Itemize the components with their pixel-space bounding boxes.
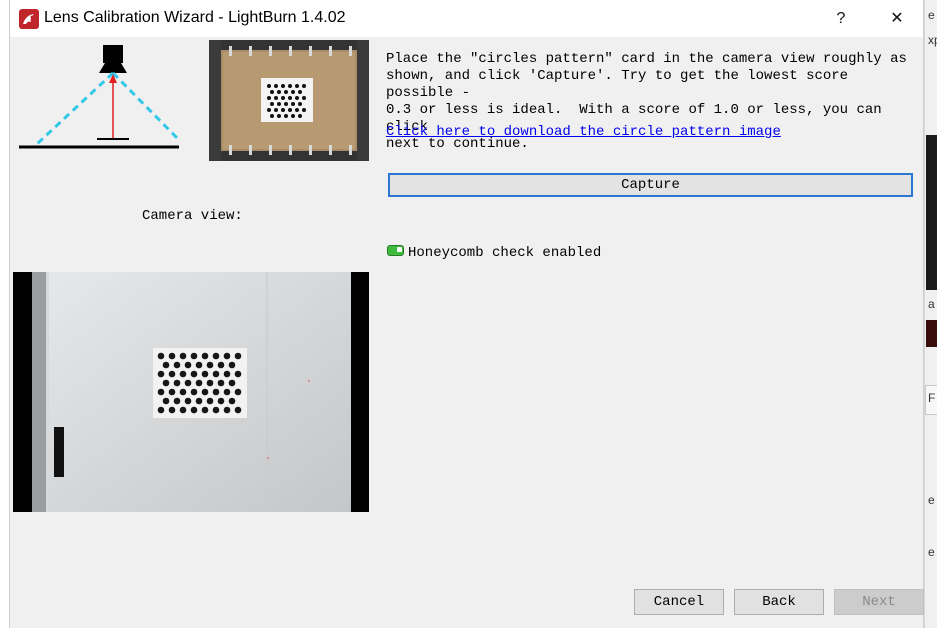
background-text-fragment: F [928, 391, 936, 405]
camera-view-label: Camera view: [142, 208, 243, 224]
background-text-fragment: e [928, 8, 935, 22]
help-icon[interactable]: ? [818, 3, 864, 35]
lens-calibration-dialog: Lens Calibration Wizard - LightBurn 1.4.… [9, 0, 924, 628]
example-placement-photo [209, 40, 369, 161]
back-button[interactable]: Back [734, 589, 824, 615]
lightburn-logo-icon [19, 9, 39, 29]
cancel-button[interactable]: Cancel [634, 589, 724, 615]
background-text-fragment: e [928, 545, 935, 559]
download-pattern-link[interactable]: Click here to download the circle patter… [386, 124, 781, 140]
background-text-fragment: e [928, 493, 935, 507]
honeycomb-check-toggle[interactable]: Honeycomb check enabled [387, 244, 602, 261]
background-app-edge [924, 0, 937, 628]
toggle-on-icon[interactable] [387, 244, 404, 256]
next-button[interactable]: Next [834, 589, 924, 615]
window-title: Lens Calibration Wizard - LightBurn 1.4.… [44, 9, 346, 26]
background-text-fragment: a [928, 297, 935, 311]
background-text-fragment: xp [928, 33, 937, 47]
title-bar: Lens Calibration Wizard - LightBurn 1.4.… [10, 0, 923, 37]
background-dark-panel [926, 135, 937, 290]
background-maroon-swatch [926, 320, 937, 347]
honeycomb-check-label: Honeycomb check enabled [408, 245, 602, 261]
close-icon[interactable]: ✕ [874, 3, 920, 35]
camera-setup-diagram [19, 45, 179, 149]
capture-button[interactable]: Capture [388, 173, 913, 197]
camera-view-image [13, 272, 369, 512]
